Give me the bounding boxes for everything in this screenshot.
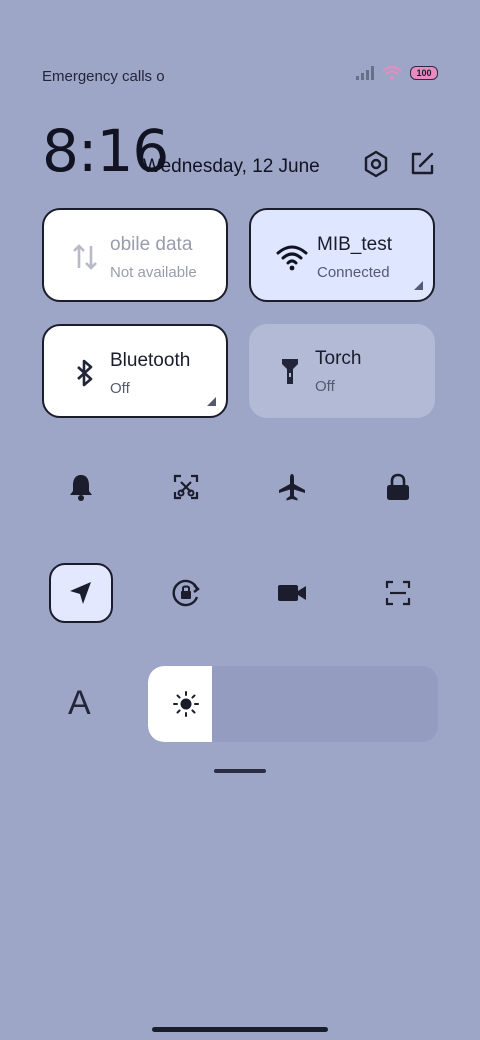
location-toggle[interactable] (49, 563, 113, 623)
lock-icon (385, 472, 411, 502)
tile-bluetooth[interactable]: Bluetooth Off (42, 324, 228, 418)
tile-torch[interactable]: Torch Off (249, 324, 435, 418)
expand-corner-icon[interactable] (207, 397, 216, 406)
wifi-status-icon (382, 66, 402, 80)
screenshot-icon (172, 473, 200, 501)
font-size-letter: A (68, 684, 91, 722)
edit-button[interactable] (408, 150, 436, 178)
wifi-icon (275, 240, 309, 274)
status-bar-carrier-text: Emergency calls o (42, 68, 164, 85)
status-icons: 100 (356, 66, 438, 80)
tile-wifi[interactable]: MIB_test Connected (249, 208, 435, 302)
tile-mobile-data[interactable]: obile data Not available (42, 208, 228, 302)
brightness-icon (172, 690, 200, 718)
bluetooth-icon (68, 356, 102, 390)
settings-button[interactable] (362, 150, 390, 178)
rotation-lock-icon (170, 577, 202, 609)
tile-label: obile data (110, 234, 193, 255)
tile-status: Off (315, 378, 335, 395)
torch-icon (273, 354, 307, 388)
sound-toggle[interactable] (59, 465, 103, 509)
mobile-data-icon (68, 240, 102, 274)
tile-label: Torch (315, 348, 362, 369)
scanner-icon (384, 579, 412, 607)
tile-status: Connected (317, 264, 390, 281)
screenshot-toggle[interactable] (164, 465, 208, 509)
airplane-icon (277, 472, 307, 502)
battery-icon: 100 (410, 66, 438, 80)
expand-corner-icon[interactable] (414, 281, 423, 290)
page-indicator (214, 769, 266, 773)
tile-label: Bluetooth (110, 350, 191, 371)
font-size-slider[interactable]: A (42, 666, 120, 742)
tile-status: Not available (110, 264, 197, 281)
lock-toggle[interactable] (376, 465, 420, 509)
edit-icon (408, 150, 436, 178)
date[interactable]: Wednesday, 12 June (143, 156, 320, 178)
screen-record-toggle[interactable] (270, 571, 314, 615)
rotation-lock-toggle[interactable] (164, 571, 208, 615)
cell-signal-icon (356, 66, 374, 80)
tile-status: Off (110, 380, 130, 397)
scanner-toggle[interactable] (376, 571, 420, 615)
gear-icon (362, 150, 390, 178)
location-icon (67, 579, 95, 607)
home-indicator[interactable] (152, 1027, 328, 1032)
brightness-slider[interactable] (148, 666, 438, 742)
tile-label: MIB_test (317, 234, 392, 255)
bell-icon (67, 472, 95, 502)
screen-record-icon (276, 582, 308, 604)
airplane-toggle[interactable] (270, 465, 314, 509)
